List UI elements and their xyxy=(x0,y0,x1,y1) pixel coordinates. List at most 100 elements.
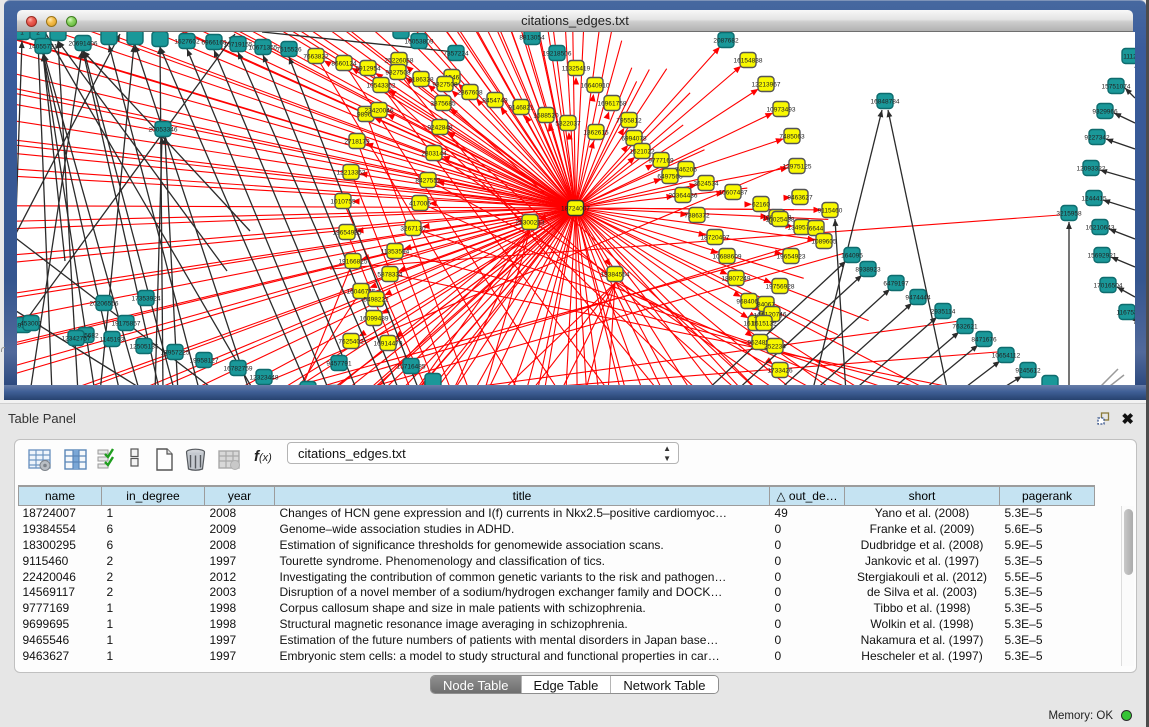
svg-text:19175857: 19175857 xyxy=(112,321,141,328)
svg-text:8454749: 8454749 xyxy=(482,98,508,105)
svg-text:1588520: 1588520 xyxy=(533,113,559,120)
svg-text:20691406: 20691406 xyxy=(69,41,98,48)
svg-text:12505135: 12505135 xyxy=(130,344,159,351)
svg-text:19654935: 19654935 xyxy=(333,230,362,237)
svg-text:9463627: 9463627 xyxy=(787,195,813,202)
svg-text:164095: 164095 xyxy=(841,253,863,260)
svg-text:16099489: 16099489 xyxy=(360,316,389,323)
svg-text:17957225: 17957225 xyxy=(161,350,190,357)
svg-text:18807249: 18807249 xyxy=(722,276,751,283)
svg-text:19384554: 19384554 xyxy=(601,272,630,279)
svg-text:6479197: 6479197 xyxy=(883,281,909,288)
svg-text:7632621: 7632621 xyxy=(952,324,978,331)
svg-text:6994078: 6994078 xyxy=(621,136,647,143)
svg-text:3624534: 3624534 xyxy=(693,181,719,188)
svg-text:25300233: 25300233 xyxy=(516,220,545,227)
svg-text:1112: 1112 xyxy=(1123,54,1135,61)
svg-text:8427552: 8427552 xyxy=(415,178,441,185)
svg-text:20206556: 20206556 xyxy=(90,301,119,308)
svg-text:8186328: 8186328 xyxy=(408,77,434,84)
svg-text:8912954: 8912954 xyxy=(355,66,381,73)
svg-text:23420046: 23420046 xyxy=(365,108,394,115)
svg-text:10654112: 10654112 xyxy=(992,353,1021,360)
svg-text:16210643: 16210643 xyxy=(1086,225,1115,232)
svg-text:8471676: 8471676 xyxy=(971,337,997,344)
svg-text:15716485: 15716485 xyxy=(397,364,426,371)
svg-text:17353924: 17353924 xyxy=(132,296,161,303)
svg-text:116753: 116753 xyxy=(1116,310,1135,317)
svg-text:20053346: 20053346 xyxy=(149,127,178,134)
svg-text:9457791: 9457791 xyxy=(326,361,352,368)
svg-text:15751074: 15751074 xyxy=(1102,84,1131,91)
svg-text:2: 2 xyxy=(36,32,40,37)
svg-text:3215958: 3215958 xyxy=(1056,211,1082,218)
svg-text:19166825: 19166825 xyxy=(339,259,368,266)
svg-text:10688609: 10688609 xyxy=(713,254,742,261)
svg-text:746206: 746206 xyxy=(675,167,697,174)
svg-text:3875685: 3875685 xyxy=(430,101,456,108)
svg-text:7386372: 7386372 xyxy=(684,213,710,220)
svg-text:12213967: 12213967 xyxy=(752,82,781,89)
svg-text:18720407: 18720407 xyxy=(701,235,730,242)
svg-text:417006: 417006 xyxy=(409,201,431,208)
svg-text:9474444: 9474444 xyxy=(905,295,931,302)
svg-text:62160: 62160 xyxy=(752,202,770,209)
svg-text:9242848: 9242848 xyxy=(427,125,453,132)
svg-text:16640910: 16640910 xyxy=(581,83,610,90)
svg-text:2935114: 2935114 xyxy=(931,309,956,316)
svg-text:6644: 6644 xyxy=(809,226,824,233)
svg-text:8938923: 8938923 xyxy=(855,267,881,274)
svg-text:1362615: 1362615 xyxy=(583,130,609,137)
svg-text:11353594: 11353594 xyxy=(381,249,410,256)
svg-text:5322037: 5322037 xyxy=(555,121,581,128)
svg-text:19756928: 19756928 xyxy=(766,284,795,291)
svg-text:9227342: 9227342 xyxy=(1084,135,1110,142)
svg-text:1: 1 xyxy=(20,32,24,37)
svg-text:3267130: 3267130 xyxy=(400,226,426,233)
svg-text:1089605: 1089605 xyxy=(811,239,837,246)
svg-text:25226058: 25226058 xyxy=(385,58,414,65)
svg-text:7663822: 7663822 xyxy=(303,54,329,61)
svg-text:10025438: 10025438 xyxy=(766,217,795,224)
svg-text:19218506: 19218506 xyxy=(543,51,572,58)
svg-text:2367608: 2367608 xyxy=(457,90,483,97)
svg-text:2087682: 2087682 xyxy=(713,38,739,45)
svg-text:1145193: 1145193 xyxy=(100,337,125,344)
svg-text:2803144: 2803144 xyxy=(421,151,447,158)
svg-text:16961758: 16961758 xyxy=(598,101,627,108)
svg-text:16154838: 16154838 xyxy=(734,58,763,65)
svg-text:1621022: 1621022 xyxy=(629,149,655,156)
svg-text:16848784: 16848784 xyxy=(871,99,900,106)
svg-text:12323448: 12323448 xyxy=(250,375,279,382)
svg-text:7485063: 7485063 xyxy=(779,134,805,141)
svg-text:10607487: 10607487 xyxy=(719,190,748,197)
svg-text:11325419: 11325419 xyxy=(562,66,591,73)
svg-text:20364436: 20364436 xyxy=(669,193,698,200)
svg-text:10671355: 10671355 xyxy=(249,45,278,52)
svg-text:5878334: 5878334 xyxy=(377,272,403,279)
svg-text:8660124: 8660124 xyxy=(331,61,357,68)
svg-text:9245612: 9245612 xyxy=(1015,368,1041,375)
svg-text:17016504: 17016504 xyxy=(1094,283,1123,290)
svg-text:252234: 252234 xyxy=(764,344,786,351)
svg-text:5498222: 5498222 xyxy=(363,297,389,304)
svg-text:2718179: 2718179 xyxy=(344,139,370,146)
svg-text:14055721: 14055721 xyxy=(29,44,58,51)
svg-text:7357224: 7357224 xyxy=(443,51,469,58)
svg-text:19958127: 19958127 xyxy=(190,358,219,365)
svg-text:1010755: 1010755 xyxy=(330,199,356,206)
svg-text:16782759: 16782759 xyxy=(224,366,253,373)
svg-text:12213362: 12213362 xyxy=(337,170,366,177)
svg-text:10973493: 10973493 xyxy=(767,107,796,114)
svg-text:16914479: 16914479 xyxy=(374,341,403,348)
svg-text:7625402: 7625402 xyxy=(338,339,364,346)
svg-text:7515526: 7515526 xyxy=(276,47,302,54)
svg-text:1733426: 1733426 xyxy=(767,368,793,375)
svg-text:19654923: 19654923 xyxy=(777,254,806,261)
svg-text:12342757: 12342757 xyxy=(62,336,91,343)
svg-text:9115460: 9115460 xyxy=(818,208,843,215)
svg-text:1527602: 1527602 xyxy=(174,39,200,46)
svg-text:9327508: 9327508 xyxy=(432,82,458,89)
svg-text:12093322: 12093322 xyxy=(1077,166,1106,173)
svg-text:9777169: 9777169 xyxy=(648,158,674,165)
